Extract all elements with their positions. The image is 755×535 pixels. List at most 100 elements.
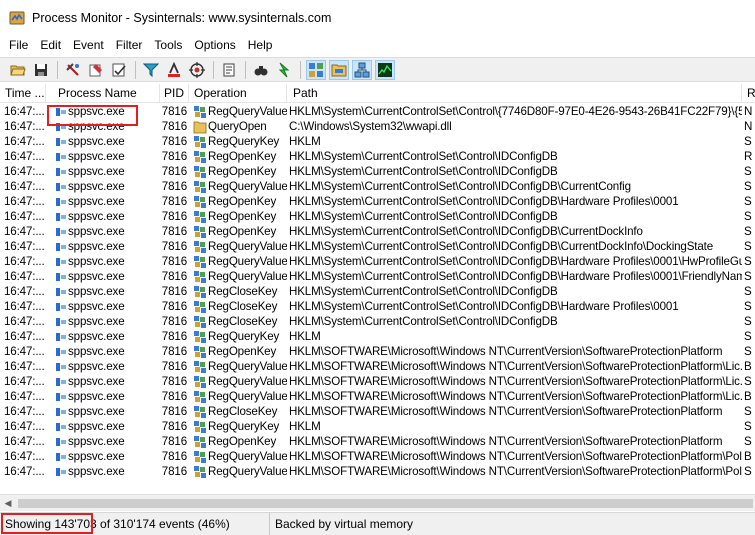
event-row[interactable]: 16:47:... sppsvc.exe 7816 RegOpenKey HKLM\Sy… bbox=[0, 164, 755, 179]
column-header-path[interactable]: Path bbox=[287, 84, 742, 103]
process-name: sppsvc.exe bbox=[68, 225, 125, 238]
event-pid: 7816 bbox=[161, 150, 187, 163]
event-pid: 7816 bbox=[161, 195, 187, 208]
event-process: sppsvc.exe bbox=[46, 359, 160, 374]
menu-tools[interactable]: Tools bbox=[148, 36, 188, 55]
event-row[interactable]: 16:47:... sppsvc.exe 7816 RegCloseKey HKLM\S… bbox=[0, 314, 755, 329]
event-process: sppsvc.exe bbox=[46, 179, 160, 194]
properties-button[interactable] bbox=[109, 60, 129, 80]
event-time: 16:47:... bbox=[4, 405, 45, 418]
event-result: S bbox=[744, 225, 752, 238]
process-tree-button[interactable] bbox=[219, 60, 239, 80]
event-path: C:\Windows\System32\wwapi.dll bbox=[289, 120, 452, 133]
scroll-left-arrow-icon[interactable]: ◀ bbox=[2, 497, 14, 509]
filter-button[interactable] bbox=[141, 60, 161, 80]
event-result: S bbox=[744, 300, 752, 313]
registry-operation-icon bbox=[194, 195, 206, 208]
process-icon bbox=[56, 392, 66, 401]
registry-activity-button[interactable] bbox=[306, 59, 326, 80]
registry-operation-icon bbox=[194, 375, 206, 388]
event-process: sppsvc.exe bbox=[46, 209, 160, 224]
event-list[interactable]: Time ... Process Name PID Operation Path… bbox=[0, 84, 755, 494]
operation-name: RegQueryValue bbox=[208, 270, 287, 283]
clear-button[interactable] bbox=[86, 60, 106, 80]
event-row[interactable]: 16:47:... sppsvc.exe 7816 RegQueryKey HKLM S bbox=[0, 329, 755, 344]
event-row[interactable]: 16:47:... sppsvc.exe 7816 RegOpenKey HKLM\Sy… bbox=[0, 209, 755, 224]
column-header-time[interactable]: Time ... bbox=[0, 84, 46, 103]
menu-help[interactable]: Help bbox=[242, 36, 279, 55]
event-time: 16:47:... bbox=[4, 450, 45, 463]
registry-operation-icon bbox=[194, 105, 206, 118]
event-result: S bbox=[744, 180, 752, 193]
event-row[interactable]: 16:47:... sppsvc.exe 7816 RegQueryValue HKLM… bbox=[0, 269, 755, 284]
event-operation: RegOpenKey bbox=[189, 149, 287, 164]
event-time: 16:47:... bbox=[4, 165, 45, 178]
event-row[interactable]: 16:47:... sppsvc.exe 7816 RegQueryValue HKLM… bbox=[0, 449, 755, 464]
event-row[interactable]: 16:47:... sppsvc.exe 7816 RegCloseKey HKLM\S… bbox=[0, 284, 755, 299]
event-row[interactable]: 16:47:... sppsvc.exe 7816 RegOpenKey HKLM\SO… bbox=[0, 434, 755, 449]
status-count-highlight bbox=[1, 513, 93, 534]
event-row[interactable]: 16:47:... sppsvc.exe 7816 RegQueryKey HKLM S bbox=[0, 419, 755, 434]
event-time: 16:47:... bbox=[4, 255, 45, 268]
event-row[interactable]: 16:47:... sppsvc.exe 7816 RegQueryValue HKLM… bbox=[0, 359, 755, 374]
operation-name: RegQueryKey bbox=[208, 420, 280, 433]
event-path: HKLM\SOFTWARE\Microsoft\Windows NT\Curre… bbox=[289, 390, 742, 403]
operation-name: RegQueryValue bbox=[208, 465, 287, 478]
registry-operation-icon bbox=[194, 180, 206, 193]
open-button[interactable] bbox=[8, 60, 28, 80]
event-result: S bbox=[744, 465, 752, 478]
event-result: S bbox=[744, 315, 752, 328]
horizontal-scrollbar[interactable]: ◀ bbox=[0, 494, 755, 511]
event-row[interactable]: 16:47:... sppsvc.exe 7816 RegCloseKey HKLM\S… bbox=[0, 299, 755, 314]
menu-filter[interactable]: Filter bbox=[110, 36, 149, 55]
event-row[interactable]: 16:47:... sppsvc.exe 7816 RegQueryValue HKLM… bbox=[0, 374, 755, 389]
registry-operation-icon bbox=[194, 360, 206, 373]
menu-file[interactable]: File bbox=[3, 36, 34, 55]
process-activity-button[interactable] bbox=[375, 59, 395, 80]
menu-options[interactable]: Options bbox=[188, 36, 241, 55]
target-button[interactable] bbox=[187, 60, 207, 80]
event-row[interactable]: 16:47:... sppsvc.exe 7816 RegQueryValue HKLM… bbox=[0, 464, 755, 479]
event-row[interactable]: 16:47:... sppsvc.exe 7816 RegQueryKey HKLM S bbox=[0, 134, 755, 149]
registry-operation-icon bbox=[194, 465, 206, 478]
save-button[interactable] bbox=[31, 60, 51, 80]
process-icon bbox=[56, 137, 66, 146]
event-row[interactable]: 16:47:... sppsvc.exe 7816 RegQueryValue HKLM… bbox=[0, 389, 755, 404]
scrollbar-thumb[interactable] bbox=[18, 499, 753, 508]
operation-name: RegQueryKey bbox=[208, 135, 280, 148]
event-row[interactable]: 16:47:... sppsvc.exe 7816 RegOpenKey HKLM\SO… bbox=[0, 344, 755, 359]
event-row[interactable]: 16:47:... sppsvc.exe 7816 RegQueryValue HKLM… bbox=[0, 239, 755, 254]
menu-event[interactable]: Event bbox=[67, 36, 110, 55]
event-row[interactable]: 16:47:... sppsvc.exe 7816 RegOpenKey HKLM\Sy… bbox=[0, 149, 755, 164]
process-name: sppsvc.exe bbox=[68, 300, 125, 313]
highlight-button[interactable] bbox=[164, 60, 184, 80]
event-row[interactable]: 16:47:... sppsvc.exe 7816 RegCloseKey HKLM\S… bbox=[0, 404, 755, 419]
event-result: B bbox=[744, 450, 752, 463]
target-icon bbox=[189, 61, 205, 78]
event-process: sppsvc.exe bbox=[46, 284, 160, 299]
event-row[interactable]: 16:47:... sppsvc.exe 7816 RegQueryValue HKLM… bbox=[0, 179, 755, 194]
status-bar: Showing 143'703 of 310'174 events (46%) … bbox=[0, 512, 755, 535]
operation-name: RegQueryValue bbox=[208, 390, 287, 403]
event-row[interactable]: 16:47:... sppsvc.exe 7816 RegOpenKey HKLM\Sy… bbox=[0, 194, 755, 209]
process-icon bbox=[56, 197, 66, 206]
process-name: sppsvc.exe bbox=[68, 255, 125, 268]
event-path: HKLM\SOFTWARE\Microsoft\Windows NT\Curre… bbox=[289, 375, 742, 388]
event-pid: 7816 bbox=[161, 300, 187, 313]
process-name: sppsvc.exe bbox=[68, 240, 125, 253]
event-pid: 7816 bbox=[161, 135, 187, 148]
column-header-pid[interactable]: PID bbox=[160, 84, 189, 103]
column-header-result[interactable]: R bbox=[742, 84, 755, 103]
registry-operation-icon bbox=[194, 240, 206, 253]
event-row[interactable]: 16:47:... sppsvc.exe 7816 RegQueryValue HKLM… bbox=[0, 254, 755, 269]
file-activity-button[interactable] bbox=[329, 59, 349, 80]
column-header-operation[interactable]: Operation bbox=[189, 84, 287, 103]
column-header-process-name[interactable]: Process Name bbox=[46, 84, 160, 103]
network-activity-button[interactable] bbox=[352, 59, 372, 80]
find-button[interactable] bbox=[251, 60, 271, 80]
event-path: HKLM\System\CurrentControlSet\Control\ID… bbox=[289, 285, 558, 298]
jump-button[interactable] bbox=[274, 60, 294, 80]
autoscroll-button[interactable] bbox=[63, 60, 83, 80]
menu-edit[interactable]: Edit bbox=[34, 36, 67, 55]
event-row[interactable]: 16:47:... sppsvc.exe 7816 RegOpenKey HKLM\Sy… bbox=[0, 224, 755, 239]
